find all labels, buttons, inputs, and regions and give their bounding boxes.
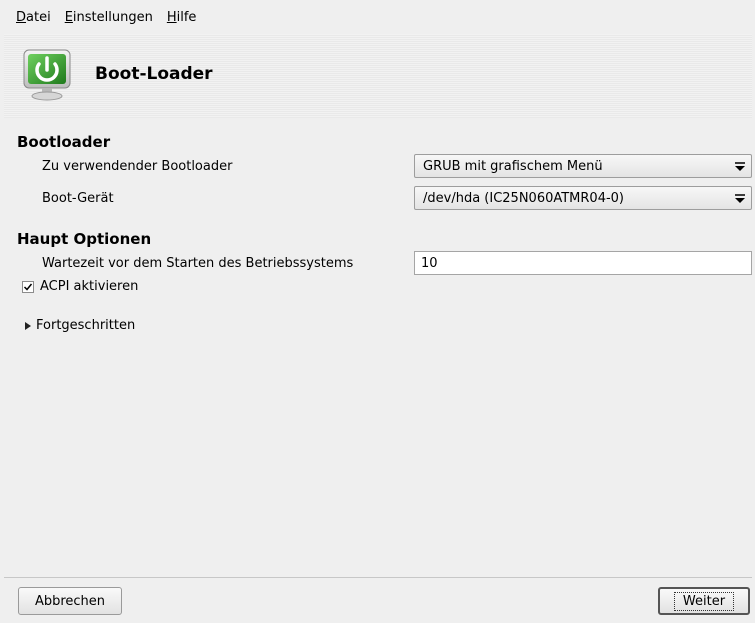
page-title: Boot-Loader xyxy=(95,64,213,84)
acpi-checkbox[interactable] xyxy=(22,281,34,293)
section-title-bootloader: Bootloader xyxy=(17,133,111,151)
bootloader-select[interactable]: GRUB mit grafischem Menü xyxy=(414,154,752,178)
menu-datei[interactable]: Datei xyxy=(16,10,51,25)
bootloader-label: Zu verwendender Bootloader xyxy=(42,159,233,174)
footer-divider xyxy=(4,577,752,578)
bootloader-select-value: GRUB mit grafischem Menü xyxy=(423,158,603,174)
boot-device-select[interactable]: /dev/hda (IC25N060ATMR04-0) xyxy=(414,186,752,210)
menu-einstellungen[interactable]: Einstellungen xyxy=(65,10,153,25)
next-button-label: Weiter xyxy=(673,591,735,611)
timeout-input-value: 10 xyxy=(421,255,438,271)
section-title-main-options: Haupt Optionen xyxy=(17,230,152,248)
combo-arrow-icon xyxy=(735,194,745,203)
advanced-expander[interactable]: Fortgeschritten xyxy=(36,318,135,333)
expander-arrow-icon[interactable] xyxy=(25,322,31,330)
checkmark-icon xyxy=(23,283,33,291)
cancel-button[interactable]: Abbrechen xyxy=(18,587,122,615)
menu-hilfe[interactable]: Hilfe xyxy=(167,10,197,25)
timeout-label: Wartezeit vor dem Starten des Betriebssy… xyxy=(42,256,354,271)
cancel-button-label: Abbrechen xyxy=(34,593,106,609)
boot-device-select-value: /dev/hda (IC25N060ATMR04-0) xyxy=(423,190,625,206)
header-banner: Boot-Loader xyxy=(4,34,752,118)
bootloader-power-monitor-icon xyxy=(23,49,71,101)
menu-bar: Datei Einstellungen Hilfe xyxy=(0,0,755,34)
boot-device-label: Boot-Gerät xyxy=(42,191,114,206)
acpi-label[interactable]: ACPI aktivieren xyxy=(40,279,138,294)
timeout-input[interactable]: 10 xyxy=(414,251,752,275)
combo-arrow-icon xyxy=(735,162,745,171)
next-button[interactable]: Weiter xyxy=(658,587,750,615)
